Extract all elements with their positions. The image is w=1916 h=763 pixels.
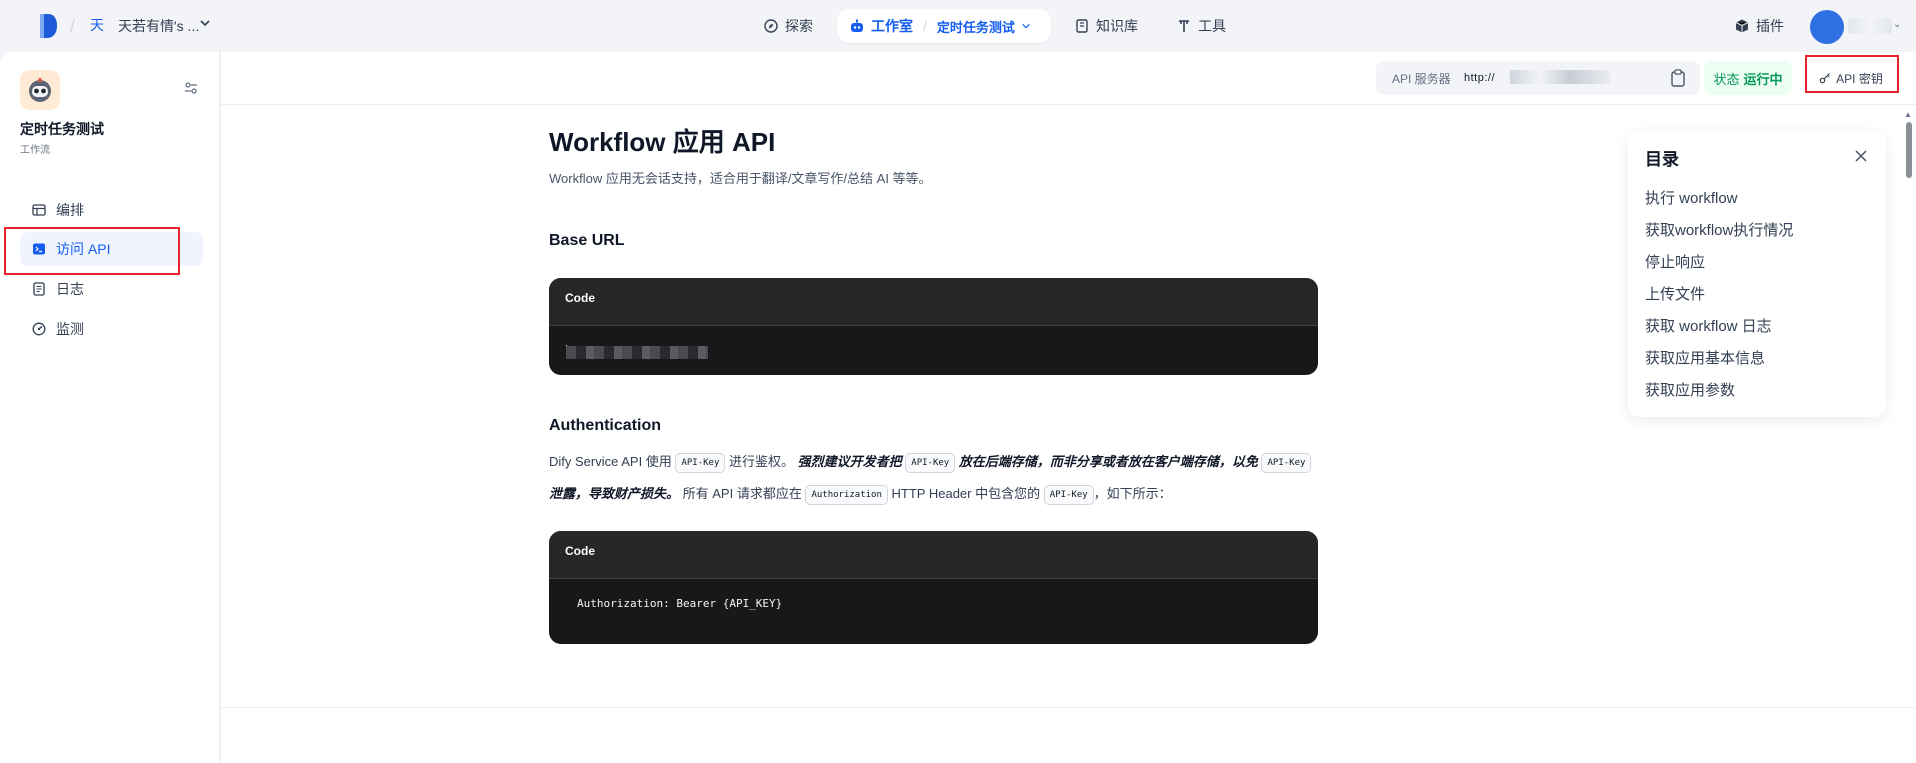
terminal-icon <box>33 243 45 255</box>
sliders-icon[interactable] <box>183 80 199 96</box>
base-url-redacted <box>566 346 708 359</box>
auth-text: 所有 API 请求都应在 <box>682 486 802 501</box>
breadcrumb-separator: / <box>70 16 76 36</box>
robot-face-icon <box>29 78 51 102</box>
inline-code-api-key: API-Key <box>1043 484 1094 505</box>
breadcrumb-separator: / <box>923 18 927 34</box>
dify-logo[interactable] <box>38 13 58 39</box>
divider <box>221 707 1916 708</box>
status-label: 状态 <box>1713 71 1740 87</box>
inline-code-api-key: API-Key <box>675 452 726 473</box>
scroll-up-arrow[interactable]: ▲ <box>1904 110 1912 119</box>
auth-description: Dify Service API 使用 API-Key 进行鉴权。 强烈建议开发… <box>549 446 1321 510</box>
api-url-redacted <box>1510 70 1610 84</box>
chevron-down-icon[interactable] <box>199 17 211 29</box>
user-avatar[interactable] <box>1810 10 1844 44</box>
cube-icon <box>1735 19 1749 33</box>
sidebar-item-label: 访问 API <box>56 241 111 257</box>
compass-icon <box>764 19 778 33</box>
sidebar-item-logs[interactable]: 日志 <box>20 272 203 306</box>
nav-knowledge[interactable]: 知识库 <box>1066 10 1146 42</box>
app-icon <box>20 70 60 110</box>
toc-item[interactable]: 获取应用参数 <box>1645 379 1735 400</box>
sidebar-item-monitor[interactable]: 监测 <box>20 312 203 346</box>
tool-icon <box>1179 20 1189 32</box>
api-key-label: API 密钥 <box>1836 71 1883 86</box>
plugins-label: 插件 <box>1756 18 1784 34</box>
nav-explore[interactable]: 探索 <box>755 10 821 42</box>
toc-item[interactable]: 获取 workflow 日志 <box>1645 315 1772 336</box>
nav-tools[interactable]: 工具 <box>1168 10 1234 42</box>
chevron-down-icon[interactable]: ⌄ <box>1893 19 1901 30</box>
nav-knowledge-label: 知识库 <box>1096 18 1138 34</box>
clipboard-icon[interactable] <box>1670 69 1686 87</box>
auth-text: HTTP Header 中包含您的 <box>891 486 1041 501</box>
app-type: 工作流 <box>20 145 50 156</box>
user-name-redacted <box>1848 18 1892 34</box>
layout-icon <box>32 204 46 216</box>
code-label: Code <box>549 278 1318 326</box>
api-server-label: API 服务器 <box>1392 71 1451 86</box>
book-icon <box>1076 19 1088 33</box>
doc-description: Workflow 应用无会话支持，适合用于翻译/文章写作/总结 AI 等等。 <box>549 171 932 186</box>
api-server-url: http:// <box>1464 72 1496 84</box>
sidebar-item-label: 编排 <box>56 202 84 218</box>
nav-explore-label: 探索 <box>785 18 813 34</box>
nav-tools-label: 工具 <box>1198 18 1226 34</box>
base-url-code-block: Code h <box>549 278 1318 375</box>
inline-code-api-key: API-Key <box>905 452 956 473</box>
log-icon <box>33 282 45 296</box>
auth-code: Authorization: Bearer {API_KEY} <box>577 597 783 610</box>
auth-text: Dify Service API 使用 <box>549 454 672 469</box>
authentication-heading: Authentication <box>549 417 661 434</box>
toc-item[interactable]: 执行 workflow <box>1645 187 1738 208</box>
toc-panel <box>1628 130 1886 417</box>
inline-code-authorization: Authorization <box>805 484 888 505</box>
auth-warning: 放在后端存储，而非分享或者放在客户端存储，以免 <box>958 454 1258 469</box>
nav-current-app[interactable]: 定时任务测试 <box>937 17 1015 36</box>
sidebar-item-orchestrate[interactable]: 编排 <box>20 193 203 227</box>
auth-warning: 泄露，导致财产损失。 <box>549 486 680 501</box>
nav-studio-label: 工作室 <box>871 18 913 34</box>
key-icon <box>1819 73 1831 84</box>
workspace-avatar[interactable]: 天 <box>90 15 104 35</box>
close-icon[interactable] <box>1854 149 1868 163</box>
toc-item[interactable]: 上传文件 <box>1645 283 1705 304</box>
chevron-down-icon[interactable] <box>1021 21 1031 31</box>
robot-icon <box>851 19 863 32</box>
scrollbar-thumb[interactable] <box>1906 122 1912 178</box>
sidebar-item-label: 日志 <box>56 281 84 297</box>
toc-item[interactable]: 停止响应 <box>1645 251 1705 272</box>
toc-item[interactable]: 获取workflow执行情况 <box>1645 219 1793 240</box>
doc-title: Workflow 应用 API <box>549 127 776 157</box>
auth-text: ，如下所示： <box>1093 486 1172 501</box>
auth-text: 进行鉴权。 <box>729 454 795 469</box>
sidebar-item-label: 监测 <box>56 321 84 337</box>
base-url-heading: Base URL <box>549 232 625 249</box>
status-value: 运行中 <box>1743 71 1783 87</box>
nav-studio[interactable]: 工作室 / 定时任务测试 <box>837 9 1051 43</box>
code-label: Code <box>549 531 1318 579</box>
auth-code-block: Code Authorization: Bearer {API_KEY} <box>549 531 1318 644</box>
api-key-button[interactable]: API 密钥 <box>1806 61 1896 95</box>
sidebar-item-access-api[interactable]: 访问 API <box>20 232 203 266</box>
inline-code-api-key: API-Key <box>1261 452 1312 473</box>
gauge-icon <box>32 322 46 336</box>
status-badge: 状态 运行中 <box>1704 61 1792 95</box>
app-name: 定时任务测试 <box>20 121 104 137</box>
sidebar <box>0 52 220 763</box>
auth-warning: 强烈建议开发者把 <box>797 454 902 469</box>
toc-item[interactable]: 获取应用基本信息 <box>1645 347 1765 368</box>
toc-title: 目录 <box>1645 150 1679 169</box>
workspace-name[interactable]: 天若有情's ... <box>118 16 199 36</box>
plugins-button[interactable]: 插件 <box>1734 16 1784 36</box>
